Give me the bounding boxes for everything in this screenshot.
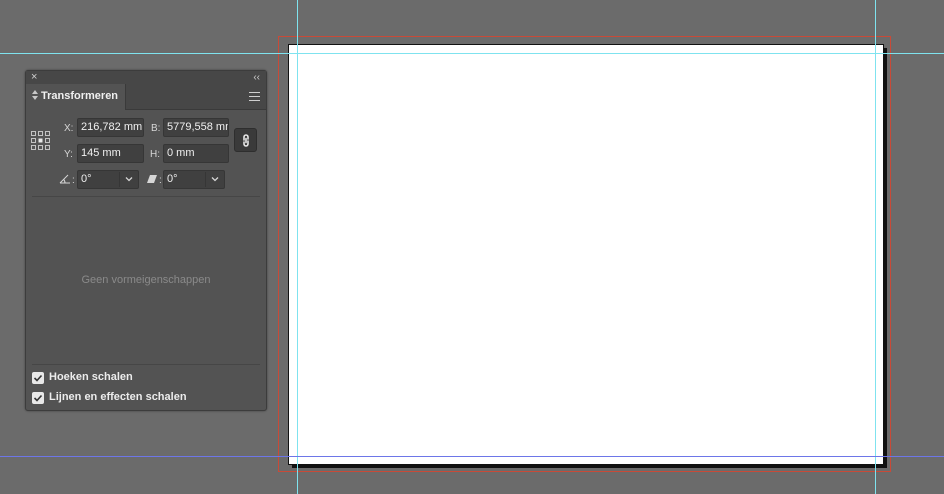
reference-point-grid-icon[interactable] xyxy=(31,131,51,151)
scale-strokes-effects-label[interactable]: Lijnen en effecten schalen xyxy=(49,391,187,403)
shear-angle-value: 0° xyxy=(167,173,178,185)
width-field[interactable]: 5779,558 mm xyxy=(163,118,229,137)
select-divider xyxy=(205,172,206,187)
tab-label: Transformeren xyxy=(41,90,119,102)
y-label: Y: xyxy=(64,149,73,160)
chevron-down-icon xyxy=(125,177,133,182)
shear-label: : xyxy=(159,175,162,186)
close-icon[interactable]: × xyxy=(31,71,37,84)
section-divider xyxy=(32,364,260,365)
section-divider xyxy=(32,196,260,197)
panel-tabbar: Transformeren xyxy=(26,84,266,110)
width-label: B: xyxy=(151,123,161,134)
up-down-arrows-icon[interactable] xyxy=(32,90,38,101)
artboard-shadow-bottom xyxy=(292,465,887,468)
vertical-guide-left[interactable] xyxy=(297,0,298,494)
scale-corners-label[interactable]: Hoeken schalen xyxy=(49,371,133,383)
scale-corners-checkbox[interactable] xyxy=(32,372,44,384)
artboard[interactable] xyxy=(288,44,884,465)
no-shape-properties-message: Geen vormeigenschappen xyxy=(81,274,211,286)
chain-link-icon xyxy=(243,134,249,147)
y-position-field[interactable]: 145 mm xyxy=(77,144,144,163)
chevron-down-icon xyxy=(211,177,219,182)
vertical-guide-right[interactable] xyxy=(875,0,876,494)
shear-icon xyxy=(147,175,157,183)
height-label: H: xyxy=(150,149,160,160)
height-field[interactable]: 0 mm xyxy=(163,144,229,163)
rotation-angle-value: 0° xyxy=(81,173,92,185)
x-position-field[interactable]: 216,782 mm xyxy=(77,118,144,137)
select-divider xyxy=(119,172,120,187)
shear-angle-select[interactable]: 0° xyxy=(163,170,225,189)
double-chevron-left-icon[interactable]: ‹‹ xyxy=(253,71,260,84)
checkmark-icon xyxy=(33,394,43,402)
constrain-proportions-button[interactable] xyxy=(234,128,257,152)
transform-panel: × ‹‹ Transformeren X: 216,782 mm B: 5779… xyxy=(25,70,267,411)
scale-strokes-effects-checkbox[interactable] xyxy=(32,392,44,404)
rotation-angle-select[interactable]: 0° xyxy=(77,170,139,189)
tab-transformeren[interactable]: Transformeren xyxy=(26,84,126,110)
horizontal-guide-bottom[interactable] xyxy=(0,456,944,457)
artboard-shadow-right xyxy=(884,48,887,468)
hamburger-menu-icon[interactable] xyxy=(249,92,260,101)
panel-titlebar[interactable]: × ‹‹ xyxy=(26,71,266,84)
horizontal-guide-top[interactable] xyxy=(0,53,944,54)
x-label: X: xyxy=(64,123,74,134)
rotate-label: : xyxy=(72,175,75,186)
angle-icon xyxy=(59,174,70,184)
checkmark-icon xyxy=(33,374,43,382)
